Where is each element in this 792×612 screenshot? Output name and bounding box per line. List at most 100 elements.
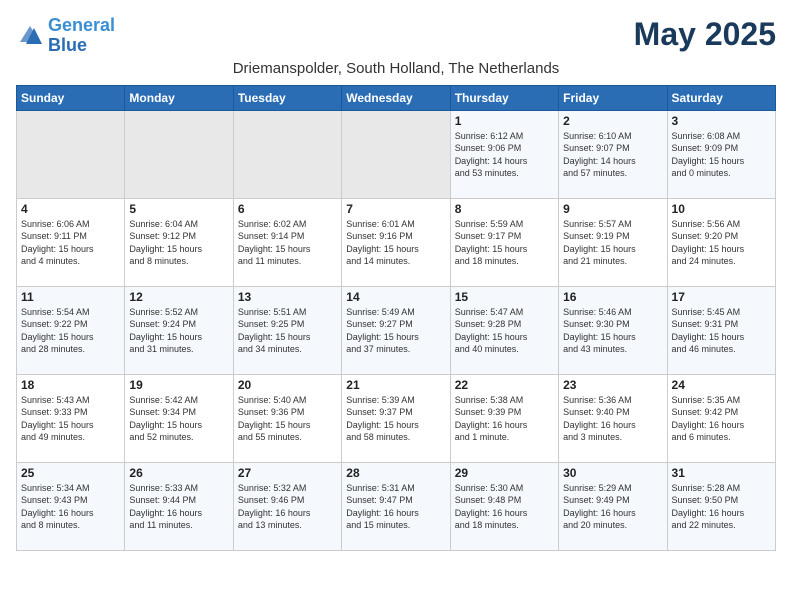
weekday-header: Wednesday xyxy=(342,85,450,110)
calendar-cell: 5Sunrise: 6:04 AM Sunset: 9:12 PM Daylig… xyxy=(125,198,233,286)
calendar-cell xyxy=(342,110,450,198)
day-info: Sunrise: 5:29 AM Sunset: 9:49 PM Dayligh… xyxy=(563,482,662,532)
weekday-header-row: SundayMondayTuesdayWednesdayThursdayFrid… xyxy=(17,85,776,110)
day-info: Sunrise: 6:01 AM Sunset: 9:16 PM Dayligh… xyxy=(346,218,445,268)
calendar-cell: 26 Sunrise: 5:33 AM Sunset: 9:44 PM Dayli… xyxy=(125,462,233,550)
calendar-cell: 30 Sunrise: 5:29 AM Sunset: 9:49 PM Dayli… xyxy=(559,462,667,550)
calendar-week-row: 11 Sunrise: 5:54 AM Sunset: 9:22 PM Dayli… xyxy=(17,286,776,374)
weekday-header: Thursday xyxy=(450,85,558,110)
day-info: Sunrise: 5:30 AM Sunset: 9:48 PM Dayligh… xyxy=(455,482,554,532)
calendar-cell: 7 Sunrise: 6:01 AM Sunset: 9:16 PM Daylig… xyxy=(342,198,450,286)
calendar-table: SundayMondayTuesdayWednesdayThursdayFrid… xyxy=(16,85,776,551)
day-number: 13 xyxy=(238,290,337,304)
day-info: Sunrise: 6:08 AM Sunset: 9:09 PM Dayligh… xyxy=(672,130,771,180)
day-number: 28 xyxy=(346,466,445,480)
calendar-cell: 22 Sunrise: 5:38 AM Sunset: 9:39 PM Dayli… xyxy=(450,374,558,462)
day-number: 21 xyxy=(346,378,445,392)
day-info: Sunrise: 5:46 AM Sunset: 9:30 PM Dayligh… xyxy=(563,306,662,356)
day-info: Sunrise: 5:34 AM Sunset: 9:43 PM Dayligh… xyxy=(21,482,120,532)
day-number: 18 xyxy=(21,378,120,392)
day-number: 2 xyxy=(563,114,662,128)
calendar-cell: 15 Sunrise: 5:47 AM Sunset: 9:28 PM Dayli… xyxy=(450,286,558,374)
logo-icon xyxy=(16,22,44,50)
calendar-cell: 1Sunrise: 6:12 AM Sunset: 9:06 PM Daylig… xyxy=(450,110,558,198)
calendar-cell: 23 Sunrise: 5:36 AM Sunset: 9:40 PM Dayli… xyxy=(559,374,667,462)
calendar-cell: 11 Sunrise: 5:54 AM Sunset: 9:22 PM Dayli… xyxy=(17,286,125,374)
calendar-cell: 14 Sunrise: 5:49 AM Sunset: 9:27 PM Dayli… xyxy=(342,286,450,374)
calendar-week-row: 18 Sunrise: 5:43 AM Sunset: 9:33 PM Dayli… xyxy=(17,374,776,462)
day-number: 23 xyxy=(563,378,662,392)
calendar-cell: 10 Sunrise: 5:56 AM Sunset: 9:20 PM Dayli… xyxy=(667,198,775,286)
day-info: Sunrise: 6:10 AM Sunset: 9:07 PM Dayligh… xyxy=(563,130,662,180)
day-info: Sunrise: 5:39 AM Sunset: 9:37 PM Dayligh… xyxy=(346,394,445,444)
logo-text: General Blue xyxy=(48,16,115,56)
day-number: 10 xyxy=(672,202,771,216)
day-info: Sunrise: 5:38 AM Sunset: 9:39 PM Dayligh… xyxy=(455,394,554,444)
day-number: 22 xyxy=(455,378,554,392)
weekday-header: Friday xyxy=(559,85,667,110)
day-info: Sunrise: 5:35 AM Sunset: 9:42 PM Dayligh… xyxy=(672,394,771,444)
day-info: Sunrise: 5:36 AM Sunset: 9:40 PM Dayligh… xyxy=(563,394,662,444)
day-info: Sunrise: 5:51 AM Sunset: 9:25 PM Dayligh… xyxy=(238,306,337,356)
day-info: Sunrise: 5:45 AM Sunset: 9:31 PM Dayligh… xyxy=(672,306,771,356)
calendar-cell: 24 Sunrise: 5:35 AM Sunset: 9:42 PM Dayli… xyxy=(667,374,775,462)
page-header: General Blue May 2025 xyxy=(16,16,776,56)
day-number: 24 xyxy=(672,378,771,392)
weekday-header: Sunday xyxy=(17,85,125,110)
calendar-cell: 8 Sunrise: 5:59 AM Sunset: 9:17 PM Daylig… xyxy=(450,198,558,286)
calendar-cell: 19Sunrise: 5:42 AM Sunset: 9:34 PM Dayli… xyxy=(125,374,233,462)
day-number: 15 xyxy=(455,290,554,304)
day-info: Sunrise: 5:28 AM Sunset: 9:50 PM Dayligh… xyxy=(672,482,771,532)
month-title: May 2025 xyxy=(634,16,776,53)
calendar-cell: 9Sunrise: 5:57 AM Sunset: 9:19 PM Daylig… xyxy=(559,198,667,286)
calendar-cell: 18 Sunrise: 5:43 AM Sunset: 9:33 PM Dayli… xyxy=(17,374,125,462)
day-number: 27 xyxy=(238,466,337,480)
calendar-cell: 21 Sunrise: 5:39 AM Sunset: 9:37 PM Dayli… xyxy=(342,374,450,462)
calendar-cell xyxy=(233,110,341,198)
day-number: 19 xyxy=(129,378,228,392)
day-number: 7 xyxy=(346,202,445,216)
calendar-cell: 31Sunrise: 5:28 AM Sunset: 9:50 PM Dayli… xyxy=(667,462,775,550)
weekday-header: Saturday xyxy=(667,85,775,110)
day-info: Sunrise: 5:59 AM Sunset: 9:17 PM Dayligh… xyxy=(455,218,554,268)
weekday-header: Tuesday xyxy=(233,85,341,110)
day-info: Sunrise: 6:06 AM Sunset: 9:11 PM Dayligh… xyxy=(21,218,120,268)
calendar-cell: 12Sunrise: 5:52 AM Sunset: 9:24 PM Dayli… xyxy=(125,286,233,374)
day-number: 17 xyxy=(672,290,771,304)
day-number: 20 xyxy=(238,378,337,392)
day-info: Sunrise: 5:56 AM Sunset: 9:20 PM Dayligh… xyxy=(672,218,771,268)
day-number: 30 xyxy=(563,466,662,480)
day-number: 26 xyxy=(129,466,228,480)
day-info: Sunrise: 6:02 AM Sunset: 9:14 PM Dayligh… xyxy=(238,218,337,268)
calendar-cell xyxy=(17,110,125,198)
calendar-cell: 4 Sunrise: 6:06 AM Sunset: 9:11 PM Daylig… xyxy=(17,198,125,286)
day-number: 14 xyxy=(346,290,445,304)
day-info: Sunrise: 5:40 AM Sunset: 9:36 PM Dayligh… xyxy=(238,394,337,444)
day-number: 11 xyxy=(21,290,120,304)
day-info: Sunrise: 5:57 AM Sunset: 9:19 PM Dayligh… xyxy=(563,218,662,268)
day-number: 16 xyxy=(563,290,662,304)
day-number: 6 xyxy=(238,202,337,216)
day-info: Sunrise: 5:54 AM Sunset: 9:22 PM Dayligh… xyxy=(21,306,120,356)
day-number: 29 xyxy=(455,466,554,480)
calendar-week-row: 4 Sunrise: 6:06 AM Sunset: 9:11 PM Daylig… xyxy=(17,198,776,286)
day-info: Sunrise: 5:49 AM Sunset: 9:27 PM Dayligh… xyxy=(346,306,445,356)
day-info: Sunrise: 5:43 AM Sunset: 9:33 PM Dayligh… xyxy=(21,394,120,444)
day-info: Sunrise: 5:47 AM Sunset: 9:28 PM Dayligh… xyxy=(455,306,554,356)
calendar-cell: 29 Sunrise: 5:30 AM Sunset: 9:48 PM Dayli… xyxy=(450,462,558,550)
calendar-cell: 16 Sunrise: 5:46 AM Sunset: 9:30 PM Dayli… xyxy=(559,286,667,374)
calendar-cell: 2 Sunrise: 6:10 AM Sunset: 9:07 PM Daylig… xyxy=(559,110,667,198)
day-info: Sunrise: 5:32 AM Sunset: 9:46 PM Dayligh… xyxy=(238,482,337,532)
day-info: Sunrise: 5:33 AM Sunset: 9:44 PM Dayligh… xyxy=(129,482,228,532)
day-info: Sunrise: 5:52 AM Sunset: 9:24 PM Dayligh… xyxy=(129,306,228,356)
calendar-cell: 20 Sunrise: 5:40 AM Sunset: 9:36 PM Dayli… xyxy=(233,374,341,462)
day-number: 3 xyxy=(672,114,771,128)
calendar-cell: 28Sunrise: 5:31 AM Sunset: 9:47 PM Dayli… xyxy=(342,462,450,550)
calendar-cell xyxy=(125,110,233,198)
calendar-week-row: 1Sunrise: 6:12 AM Sunset: 9:06 PM Daylig… xyxy=(17,110,776,198)
day-number: 1 xyxy=(455,114,554,128)
location-title: Driemanspolder, South Holland, The Nethe… xyxy=(16,60,776,77)
day-number: 8 xyxy=(455,202,554,216)
day-number: 4 xyxy=(21,202,120,216)
day-number: 5 xyxy=(129,202,228,216)
